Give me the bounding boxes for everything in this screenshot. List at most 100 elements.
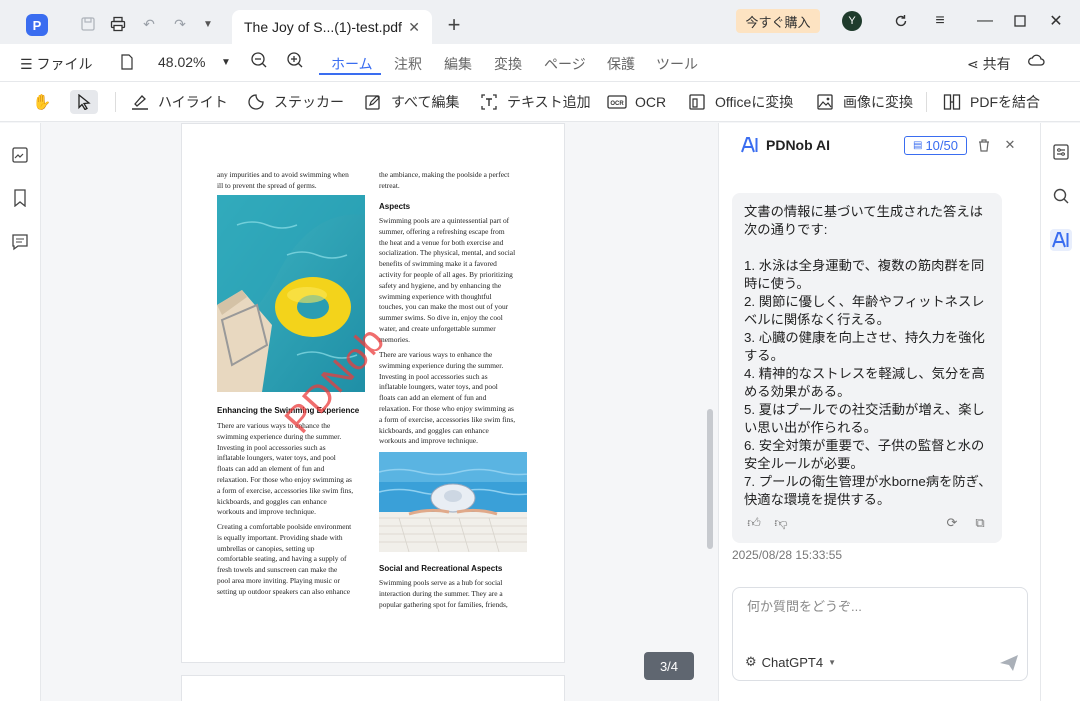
col2-heading-social: Social and Recreational Aspects xyxy=(379,564,503,573)
ai-assistant-icon[interactable] xyxy=(1050,229,1072,251)
title-bar: P ↶ ↷ ▼ The Joy of S...(1)-test.pdf ✕ + … xyxy=(0,0,1080,44)
left-sidebar xyxy=(0,123,41,701)
tab-edit[interactable]: 編集 xyxy=(444,54,472,74)
app-logo: P xyxy=(26,14,48,36)
close-window-icon[interactable]: ✕ xyxy=(1045,10,1067,32)
new-tab-button[interactable]: + xyxy=(444,12,464,38)
edit-all-button[interactable]: すべて編集 xyxy=(363,90,459,114)
zoom-level[interactable]: 48.02% xyxy=(158,54,205,70)
col1-top-text: any impurities and to avoid swimming whe… xyxy=(217,170,349,190)
tab-tools[interactable]: ツール xyxy=(656,54,698,74)
ai-quota-badge: ▤ 10/50 xyxy=(904,136,967,155)
merge-pdf-button[interactable]: PDFを結合 xyxy=(942,90,1040,114)
model-dropdown-icon: ▼ xyxy=(828,657,836,667)
thumbnails-icon[interactable] xyxy=(10,145,30,165)
quick-access-dropdown-icon[interactable]: ▼ xyxy=(198,14,218,34)
thumbs-down-icon[interactable]: 👎︎ xyxy=(773,515,789,531)
tab-protect[interactable]: 保護 xyxy=(607,54,635,74)
col2-heading-aspects: Aspects xyxy=(379,202,411,211)
model-selector[interactable]: ⚙ ChatGPT4 ▼ xyxy=(745,654,836,670)
share-button[interactable]: ⋖ 共有 xyxy=(967,54,1011,74)
col2-top-text: the ambiance, making the poolside a perf… xyxy=(379,170,510,190)
merge-icon xyxy=(942,92,962,112)
ocr-button[interactable]: OCR OCR xyxy=(607,90,666,114)
menu-bar: ☰ ファイル 48.02% ▼ ホーム 注釈 編集 変換 ページ 保護 ツール … xyxy=(0,44,1080,82)
zoom-out-icon[interactable] xyxy=(250,51,268,72)
edit-all-label: すべて編集 xyxy=(391,94,460,110)
user-avatar[interactable]: Y xyxy=(842,11,862,31)
comments-icon[interactable] xyxy=(10,232,30,252)
ai-logo-icon xyxy=(741,137,759,158)
send-icon[interactable] xyxy=(999,654,1019,677)
merge-pdf-label: PDFを結合 xyxy=(970,94,1040,110)
undo-icon[interactable]: ↶ xyxy=(139,14,159,34)
sticker-button[interactable]: ステッカー xyxy=(246,90,344,114)
save-icon[interactable] xyxy=(78,14,98,34)
search-icon[interactable] xyxy=(1050,185,1072,207)
file-menu[interactable]: ☰ ファイル xyxy=(20,54,92,74)
tab-convert[interactable]: 変換 xyxy=(494,54,522,74)
vertical-scrollbar[interactable] xyxy=(707,409,713,549)
tab-page[interactable]: ページ xyxy=(544,54,586,74)
ocr-icon: OCR xyxy=(607,92,627,112)
zoom-in-icon[interactable] xyxy=(286,51,304,72)
col2-paragraph-3: Swimming pools serve as a hub for social… xyxy=(379,578,508,609)
ai-assistant-panel: PDNob AI ▤ 10/50 ✕ 文書の情報に基づいて生成された答えは次の通… xyxy=(718,123,1040,701)
col1-paragraph-1: There are various ways to enhance the sw… xyxy=(217,421,354,517)
clear-history-icon[interactable] xyxy=(975,136,993,154)
document-tab-title: The Joy of S...(1)-test.pdf xyxy=(244,19,402,35)
col2-paragraph-2: There are various ways to enhance the sw… xyxy=(379,350,516,446)
share-label: 共有 xyxy=(982,56,1011,72)
buy-now-button[interactable]: 今すぐ購入 xyxy=(736,9,820,33)
col2-paragraph-1: Swimming pools are a quintessential part… xyxy=(379,216,516,344)
model-name: ChatGPT4 xyxy=(761,654,824,670)
maximize-icon[interactable] xyxy=(1009,10,1031,32)
hand-tool[interactable]: ✋ xyxy=(32,90,52,114)
cursor-icon xyxy=(74,92,94,112)
add-text-label: テキスト追加 xyxy=(507,94,591,110)
ai-quota-value: 10/50 xyxy=(925,138,958,153)
highlighter-icon xyxy=(130,92,150,112)
tab-close-icon[interactable]: ✕ xyxy=(408,19,420,36)
page-view-icon[interactable] xyxy=(120,54,134,73)
ai-question-box: ⚙ ChatGPT4 ▼ xyxy=(732,587,1028,681)
highlight-button[interactable]: ハイライト xyxy=(130,90,228,114)
thumbs-up-icon[interactable]: 👍︎ xyxy=(746,515,762,531)
openai-icon: ⚙ xyxy=(745,654,757,669)
file-menu-label: ファイル xyxy=(36,56,93,72)
convert-to-image-button[interactable]: 画像に変換 xyxy=(815,90,913,114)
svg-text:OCR: OCR xyxy=(610,101,624,107)
tab-home[interactable]: ホーム xyxy=(331,54,373,74)
minimize-icon[interactable]: — xyxy=(974,10,996,32)
ai-panel-header: PDNob AI ▤ 10/50 ✕ xyxy=(719,123,1041,167)
tab-annotate[interactable]: 注釈 xyxy=(394,54,422,74)
select-tool[interactable] xyxy=(70,90,98,114)
highlight-label: ハイライト xyxy=(158,94,228,110)
redo-icon[interactable]: ↷ xyxy=(170,14,190,34)
cloud-icon[interactable] xyxy=(1027,52,1045,71)
menu-icon[interactable]: ≡ xyxy=(929,10,951,32)
image-icon xyxy=(815,92,835,112)
pdf-page: any impurities and to avoid swimming whe… xyxy=(181,123,565,663)
copy-icon[interactable]: ⧉ xyxy=(972,515,988,531)
close-panel-icon[interactable]: ✕ xyxy=(1001,136,1019,154)
sticker-icon xyxy=(246,92,266,112)
regenerate-icon[interactable]: ⟳ xyxy=(944,515,960,531)
document-viewer[interactable]: any impurities and to avoid swimming whe… xyxy=(41,123,718,701)
convert-to-office-button[interactable]: Officeに変換 xyxy=(687,90,793,114)
ai-answer-bubble: 文書の情報に基づいて生成された答えは次の通りです: 1. 水泳は全身運動で、複数… xyxy=(732,193,1002,543)
refresh-icon[interactable] xyxy=(890,10,912,32)
bookmark-icon[interactable] xyxy=(10,188,30,208)
properties-icon[interactable] xyxy=(1050,141,1072,163)
ai-question-input[interactable] xyxy=(747,596,1017,616)
hand-icon: ✋ xyxy=(32,94,52,111)
next-pdf-page xyxy=(181,675,565,701)
print-icon[interactable] xyxy=(108,14,128,34)
answer-timestamp: 2025/08/28 15:33:55 xyxy=(732,548,843,562)
zoom-dropdown-icon[interactable]: ▼ xyxy=(221,57,231,68)
add-text-button[interactable]: テキスト追加 xyxy=(479,90,591,114)
document-tab[interactable]: The Joy of S...(1)-test.pdf ✕ xyxy=(232,10,432,44)
col1-paragraph-2: Creating a comfortable poolside environm… xyxy=(217,522,352,596)
toolbar-divider xyxy=(115,92,116,112)
ocr-label: OCR xyxy=(635,94,667,110)
